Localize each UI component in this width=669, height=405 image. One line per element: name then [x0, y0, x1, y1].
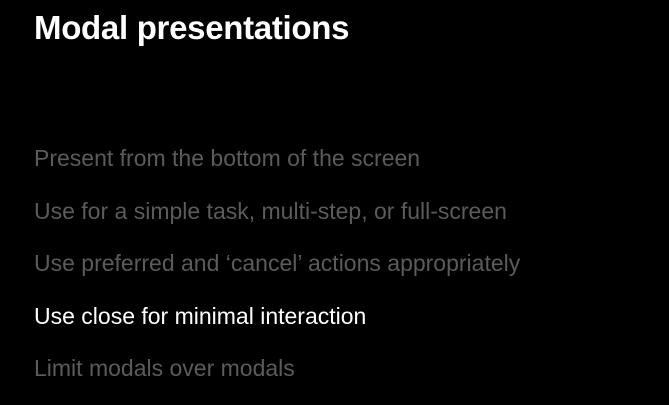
bullet-item: Use preferred and ‘cancel’ actions appro… — [34, 250, 521, 276]
bullet-item: Present from the bottom of the screen — [34, 145, 421, 171]
bullet-list: Present from the bottom of the screen Us… — [34, 140, 520, 403]
slide-title: Modal presentations — [34, 9, 350, 46]
bullet-item: Use for a simple task, multi-step, or fu… — [34, 197, 507, 224]
slide: Modal presentations Present from the bot… — [0, 0, 669, 405]
bullet-item: Limit modals over modals — [34, 355, 295, 381]
bullet-item-highlighted: Use close for minimal interaction — [34, 302, 367, 329]
